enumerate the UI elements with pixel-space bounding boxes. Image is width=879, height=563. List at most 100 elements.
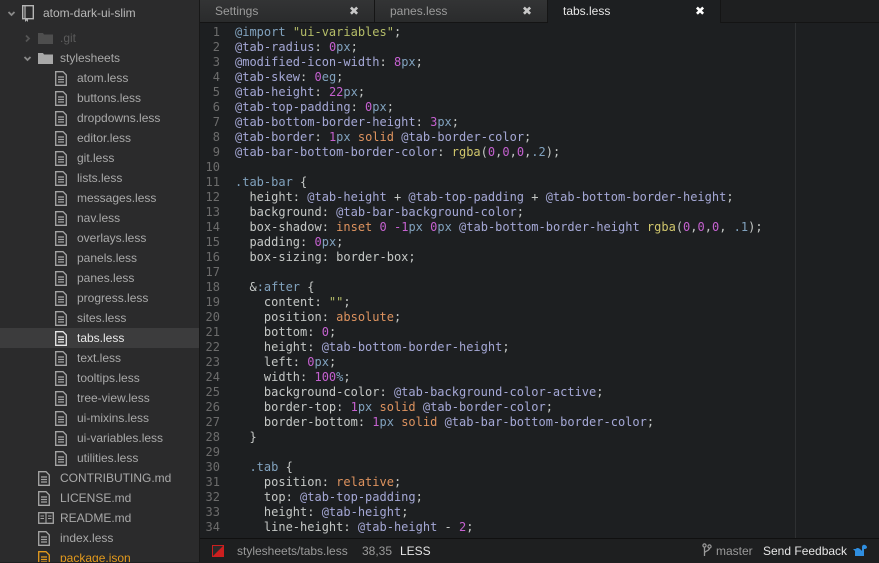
code-line[interactable]: 2 @tab-radius: 0px;	[200, 40, 879, 55]
tab-panes-less[interactable]: panes.less ✖	[375, 0, 548, 22]
code-line[interactable]: 18 &:after {	[200, 280, 879, 295]
tree-file[interactable]: tooltips.less	[0, 368, 199, 388]
tree-item-label: LICENSE.md	[60, 491, 132, 505]
tree-file[interactable]: editor.less	[0, 128, 199, 148]
code-line[interactable]: 33 height: @tab-height;	[200, 505, 879, 520]
tree-file[interactable]: atom.less	[0, 68, 199, 88]
tree-file[interactable]: nav.less	[0, 208, 199, 228]
tab-settings[interactable]: Settings ✖	[200, 0, 375, 22]
syntax-token: 1	[350, 400, 358, 414]
code-line[interactable]: 21 bottom: 0;	[200, 325, 879, 340]
line-number: 30	[205, 460, 220, 474]
code-line[interactable]: 31 position: relative;	[200, 475, 879, 490]
tree-file[interactable]: messages.less	[0, 188, 199, 208]
tree-file[interactable]: index.less	[0, 528, 199, 548]
tree-file[interactable]: LICENSE.md	[0, 488, 199, 508]
tree-item-label: messages.less	[77, 191, 157, 205]
file-icon	[55, 370, 67, 386]
chevron-down-icon[interactable]	[22, 53, 32, 63]
code-line[interactable]: 11 .tab-bar {	[200, 175, 879, 190]
tree-file[interactable]: README.md	[0, 508, 199, 528]
code-line[interactable]: 27 border-bottom: 1px solid @tab-bar-bot…	[200, 415, 879, 430]
file-icon	[55, 210, 67, 226]
code-line[interactable]: 8 @tab-border: 1px solid @tab-border-colo…	[200, 130, 879, 145]
file-path[interactable]: stylesheets/tabs.less	[237, 544, 348, 558]
tree-file[interactable]: overlays.less	[0, 228, 199, 248]
syntax-token: ;	[524, 130, 532, 144]
code-line[interactable]: 9 @tab-bar-bottom-border-color: rgba(0,0,…	[200, 145, 879, 160]
tree-file[interactable]: sites.less	[0, 308, 199, 328]
tree-file[interactable]: buttons.less	[0, 88, 199, 108]
code-line[interactable]: 5 @tab-height: 22px;	[200, 85, 879, 100]
code-line[interactable]: 34 line-height: @tab-height - 2;	[200, 520, 879, 535]
code-line[interactable]: 17	[200, 265, 879, 280]
feedback-squirrel-icon[interactable]	[852, 543, 868, 560]
syntax-token: 0	[314, 70, 322, 84]
tree-file[interactable]: dropdowns.less	[0, 108, 199, 128]
code-line[interactable]: 24 width: 100%;	[200, 370, 879, 385]
line-content: left: 0px;	[235, 355, 336, 370]
code-line[interactable]: 16 box-sizing: border-box;	[200, 250, 879, 265]
tree-folder[interactable]: stylesheets	[0, 48, 199, 68]
syntax-token: ;	[328, 355, 337, 369]
tree-file[interactable]: CONTRIBUTING.md	[0, 468, 199, 488]
syntax-token: +	[524, 190, 546, 204]
tree-file[interactable]: ui-variables.less	[0, 428, 199, 448]
tab-tabs-less[interactable]: tabs.less ✖	[548, 0, 721, 23]
close-icon[interactable]: ✖	[522, 4, 532, 18]
code-line[interactable]: 29	[200, 445, 879, 460]
tree-file[interactable]: panels.less	[0, 248, 199, 268]
code-line[interactable]: 25 background-color: @tab-background-col…	[200, 385, 879, 400]
code-line[interactable]: 13 background: @tab-bar-background-color…	[200, 205, 879, 220]
code-line[interactable]: 15 padding: 0px;	[200, 235, 879, 250]
code-line[interactable]: 19 content: "";	[200, 295, 879, 310]
code-line[interactable]: 14 box-shadow: inset 0 -1px 0px @tab-bot…	[200, 220, 879, 235]
tree-file[interactable]: utilities.less	[0, 448, 199, 468]
tree-file[interactable]: tabs.less	[0, 328, 199, 348]
code-line[interactable]: 22 height: @tab-bottom-border-height;	[200, 340, 879, 355]
chevron-right-icon[interactable]	[22, 33, 32, 43]
tree-root-label: atom-dark-ui-slim	[43, 6, 136, 20]
send-feedback-link[interactable]: Send Feedback	[763, 544, 847, 558]
file-icon	[55, 130, 67, 146]
tree-file[interactable]: text.less	[0, 348, 199, 368]
code-line[interactable]: 1 @import "ui-variables";	[200, 25, 879, 40]
tree-item-label: stylesheets	[60, 51, 121, 65]
syntax-token: height:	[235, 505, 322, 519]
tree-folder[interactable]: .git	[0, 28, 199, 48]
close-icon[interactable]: ✖	[695, 4, 705, 18]
code-line[interactable]: 30 .tab {	[200, 460, 879, 475]
code-line[interactable]: 32 top: @tab-top-padding;	[200, 490, 879, 505]
code-line[interactable]: 28 }	[200, 430, 879, 445]
syntax-token: @tab-radius	[235, 40, 315, 54]
tree-root[interactable]: atom-dark-ui-slim	[0, 3, 199, 23]
git-branch[interactable]: master	[716, 544, 753, 558]
code-line[interactable]: 23 left: 0px;	[200, 355, 879, 370]
code-line[interactable]: 12 height: @tab-height + @tab-top-paddin…	[200, 190, 879, 205]
code-line[interactable]: 20 position: absolute;	[200, 310, 879, 325]
syntax-token: ,	[690, 220, 698, 234]
code-line[interactable]: 7 @tab-bottom-border-height: 3px;	[200, 115, 879, 130]
syntax-token: px	[437, 115, 452, 129]
tree-file[interactable]: package.json	[0, 548, 199, 562]
tree-file[interactable]: tree-view.less	[0, 388, 199, 408]
line-content: @tab-border: 1px solid @tab-border-color…	[235, 130, 531, 145]
syntax-token: &	[235, 280, 257, 294]
code-line[interactable]: 26 border-top: 1px solid @tab-border-col…	[200, 400, 879, 415]
tree-file[interactable]: progress.less	[0, 288, 199, 308]
grammar-selector[interactable]: LESS	[400, 544, 431, 558]
tree-file[interactable]: git.less	[0, 148, 199, 168]
tree-file[interactable]: lists.less	[0, 168, 199, 188]
code-line[interactable]: 6 @tab-top-padding: 0px;	[200, 100, 879, 115]
tree-file[interactable]: ui-mixins.less	[0, 408, 199, 428]
code-line[interactable]: 4 @tab-skew: 0eg;	[200, 70, 879, 85]
tree-file[interactable]: panes.less	[0, 268, 199, 288]
chevron-down-icon[interactable]	[6, 8, 16, 18]
close-icon[interactable]: ✖	[349, 4, 359, 18]
code-line[interactable]: 10	[200, 160, 879, 175]
syntax-token: ;	[393, 310, 402, 324]
cursor-position[interactable]: 38,35	[362, 544, 392, 558]
code-editor[interactable]: 1 @import "ui-variables"; 2 @tab-radius: 0p…	[200, 23, 879, 538]
line-content: @import "ui-variables";	[235, 25, 401, 40]
code-line[interactable]: 3 @modified-icon-width: 8px;	[200, 55, 879, 70]
